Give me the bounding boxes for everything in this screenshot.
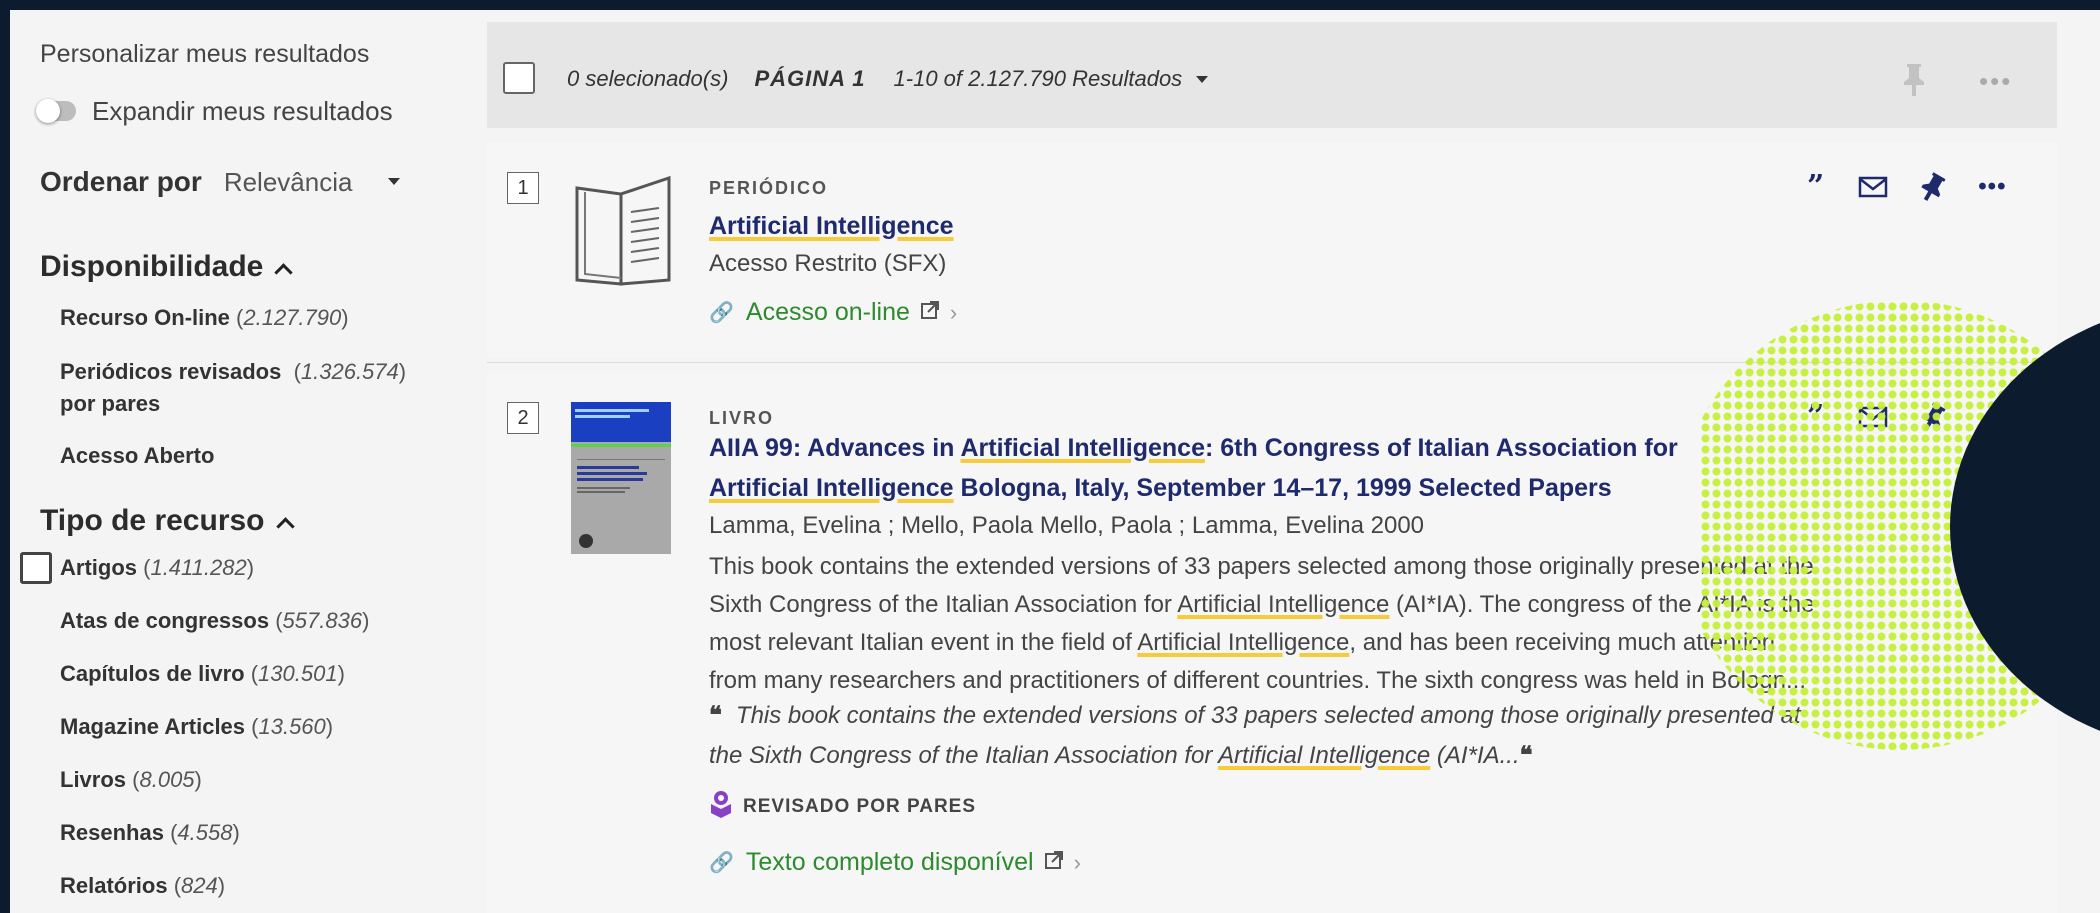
expand-results-toggle[interactable]	[36, 99, 76, 123]
open-quote-icon: ❝	[709, 702, 722, 729]
external-link-icon	[1044, 848, 1064, 877]
result-type: LIVRO	[709, 408, 775, 428]
result-title-text[interactable]: Artificial Intelligence	[709, 212, 954, 240]
facet-title: Disponibilidade	[40, 250, 264, 283]
result-number: 1	[507, 172, 539, 204]
more-icon[interactable]: •••	[1978, 173, 2006, 201]
link-label[interactable]: Acesso on-line	[746, 298, 910, 327]
chain-icon: 🔗	[709, 852, 734, 874]
facet-item-articles[interactable]: Artigos (1.411.282)	[60, 552, 254, 584]
link-label[interactable]: Texto completo disponível	[746, 848, 1034, 877]
result-title[interactable]: AIIA 99: Advances in Artificial Intellig…	[709, 428, 1678, 468]
facet-count: (1.411.282)	[143, 555, 255, 580]
online-access-link[interactable]: 🔗 Acesso on-line ›	[709, 298, 957, 327]
facet-label: Relatórios	[60, 873, 168, 898]
more-icon[interactable]: •••	[1979, 66, 2012, 97]
page-indicator: PÁGINA 1	[754, 66, 866, 91]
book-cover-thumbnail[interactable]	[571, 402, 671, 554]
cover-series-line	[575, 415, 631, 418]
expand-results-toggle-row[interactable]: Expandir meus resultados	[36, 94, 393, 128]
result-authors: Lamma, Evelina ; Mello, Paola Mello, Pao…	[709, 512, 1425, 539]
facet-label: Recurso On-line	[60, 305, 230, 330]
cover-text	[571, 447, 671, 501]
facet-item-peer-reviewed[interactable]: Periódicos revisados (1.326.574) por par…	[60, 356, 406, 420]
facet-count: (557.836)	[275, 608, 370, 633]
facet-label: Acesso Aberto	[60, 443, 215, 468]
facet-label: Capítulos de livro	[60, 661, 245, 686]
peer-reviewed-badge: REVISADO POR PARES	[709, 790, 976, 824]
facet-count: (8.005)	[132, 767, 202, 792]
facet-checkbox[interactable]	[20, 552, 52, 584]
facet-count: (1.326.574)	[293, 359, 407, 384]
mail-icon[interactable]	[1858, 175, 1888, 199]
journal-thumbnail[interactable]	[571, 172, 675, 293]
chevron-down-icon[interactable]	[388, 178, 401, 185]
peer-review-icon	[709, 790, 733, 824]
result-title-line2[interactable]: Artificial Intelligence Bologna, Italy, …	[709, 468, 1612, 508]
results-count[interactable]: 1-10 of 2.127.790 Resultados	[894, 66, 1183, 92]
publisher-logo	[579, 534, 593, 548]
selected-count: 0 selecionado(s)	[567, 66, 729, 91]
facet-resource-type-heading[interactable]: Tipo de recurso	[40, 504, 295, 538]
expand-results-label: Expandir meus resultados	[92, 95, 393, 126]
facet-item-books[interactable]: Livros (8.005)	[60, 764, 202, 796]
facet-item-book-chapters[interactable]: Capítulos de livro (130.501)	[60, 658, 345, 690]
facet-count: (130.501)	[250, 661, 345, 686]
chevron-down-icon[interactable]	[1196, 75, 1209, 83]
facet-item-open-access[interactable]: Acesso Aberto	[60, 440, 214, 472]
facet-item-online[interactable]: Recurso On-line (2.127.790)	[60, 302, 349, 334]
app-frame: Personalizar meus resultados Expandir me…	[10, 10, 2100, 913]
close-quote-icon: ❝	[1519, 742, 1533, 769]
sort-label: Ordenar por	[40, 166, 202, 197]
peer-reviewed-label: REVISADO POR PARES	[743, 796, 977, 817]
facet-label: Livros	[60, 767, 127, 792]
result-actions: ” •••	[1807, 172, 2040, 202]
facet-count: (4.558)	[170, 820, 240, 845]
chevron-up-icon	[274, 262, 294, 282]
facet-item-reviews[interactable]: Resenhas (4.558)	[60, 817, 240, 849]
chevron-up-icon	[275, 516, 295, 536]
cover-series-line	[575, 409, 649, 412]
full-text-link[interactable]: 🔗 Texto completo disponível ›	[709, 848, 1081, 877]
result-title[interactable]: Artificial Intelligence	[709, 206, 954, 246]
facet-item-proceedings[interactable]: Atas de congressos (557.836)	[60, 605, 369, 637]
results-summary: 0 selecionado(s) PÁGINA 1 1-10 of 2.127.…	[567, 66, 1209, 92]
select-all-checkbox[interactable]	[503, 62, 535, 94]
results-toolbar: 0 selecionado(s) PÁGINA 1 1-10 of 2.127.…	[487, 22, 2057, 128]
facets-sidebar: Personalizar meus resultados Expandir me…	[10, 10, 450, 913]
external-link-icon	[920, 298, 940, 327]
facet-label: Resenhas	[60, 820, 164, 845]
chevron-right-icon: ›	[1073, 849, 1081, 875]
sort-by: Ordenar por Relevância	[40, 166, 401, 198]
sort-select[interactable]: Relevância	[224, 167, 353, 198]
facet-label: Magazine Articles	[60, 714, 246, 739]
access-status: Acesso Restrito (SFX)	[709, 250, 947, 277]
facet-title: Tipo de recurso	[40, 504, 265, 537]
facet-count: (2.127.790)	[236, 305, 349, 330]
facet-label: Atas de congressos	[60, 608, 270, 633]
facet-item-reports[interactable]: Relatórios (824)	[60, 870, 225, 902]
chevron-right-icon: ›	[949, 299, 958, 325]
pin-icon[interactable]	[1903, 62, 1925, 101]
facet-label: Artigos	[60, 555, 137, 580]
toggle-knob	[36, 99, 60, 123]
chain-icon: 🔗	[709, 302, 734, 324]
pin-icon[interactable]	[1921, 172, 1946, 202]
quote-icon[interactable]: ”	[1807, 172, 1824, 202]
cover-header	[571, 402, 671, 442]
facet-count: (824)	[173, 873, 226, 898]
facet-availability-heading[interactable]: Disponibilidade	[40, 250, 294, 284]
result-type: PERIÓDICO	[709, 178, 829, 198]
facet-label: Periódicos revisados	[60, 359, 282, 384]
facet-item-magazine-articles[interactable]: Magazine Articles (13.560)	[60, 711, 333, 743]
facet-count: (13.560)	[251, 714, 334, 739]
personalize-title: Personalizar meus resultados	[40, 40, 370, 68]
facet-label-line2: por pares	[60, 391, 161, 416]
result-number: 2	[507, 402, 539, 434]
